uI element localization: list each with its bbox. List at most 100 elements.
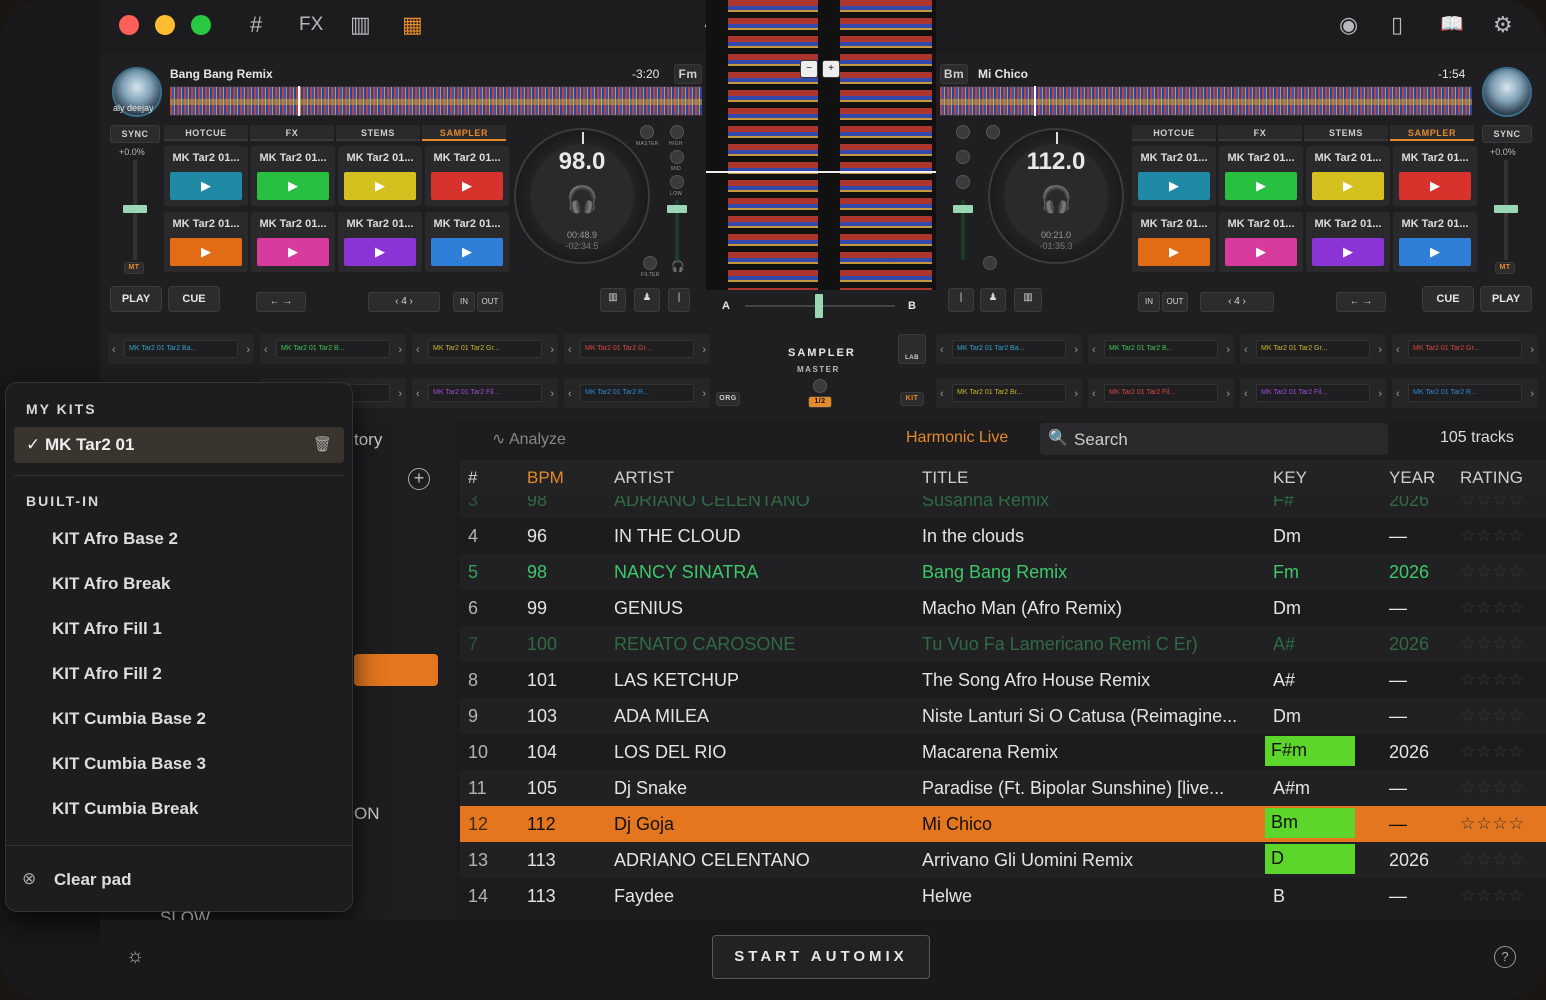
kit-menu-item[interactable]: KIT Afro Base 2 [52,529,178,549]
row-rating[interactable]: ☆☆☆☆ [1460,634,1525,654]
deck-b-keyboard-icon[interactable]: ▥ [1014,288,1042,312]
sample-slot[interactable]: ‹ MK Tar2 01 Tar2 B... › [260,334,406,364]
deck-b-divider-icon[interactable]: | [948,288,974,312]
pad-play-button[interactable]: ▶ [170,172,242,200]
pad-play-button[interactable]: ▶ [1312,172,1384,200]
pad-play-button[interactable]: ▶ [1138,172,1210,200]
row-rating[interactable]: ☆☆☆☆ [1460,850,1525,870]
chevron-left-icon[interactable]: ‹ [416,344,420,356]
layout-split-icon[interactable]: ▯ [1391,10,1403,40]
deck-a-mt-toggle[interactable]: MT [124,262,144,274]
chevron-left-icon[interactable]: ‹ [1396,388,1400,400]
chevron-right-icon[interactable]: › [1226,344,1230,356]
table-row[interactable]: 3 98 ADRIANO CELENTANO Susanna Remix F# 2026 ☆… [460,496,1546,518]
deck-a-dancer-icon[interactable]: ♟ [634,288,660,312]
table-row[interactable]: 14 113 Faydee Helwe B — ☆☆☆☆ [460,878,1546,914]
settings-gear-icon[interactable]: ⚙ [1493,10,1513,40]
col-year[interactable]: YEAR [1389,468,1435,488]
sample-slot[interactable]: ‹ MK Tar2 01 Tar2 B... › [1088,334,1234,364]
chevron-left-icon[interactable]: ‹ [940,388,944,400]
chevron-left-icon[interactable]: ‹ [568,344,572,356]
deck-b-pitch-fader[interactable] [1494,205,1518,213]
sampler-pad[interactable]: MK Tar2 01... ▶ [164,212,248,272]
pad-play-button[interactable]: ▶ [1225,238,1297,266]
deck-b-cue-button[interactable]: CUE [1422,286,1474,312]
deck-b-master-knob[interactable] [986,125,1000,139]
deck-b-mid-knob[interactable] [956,150,970,164]
deck-b-jog-wheel[interactable]: 112.0 🎧 00:21.0 -01:35.3 [988,128,1124,264]
deck-a-keyboard-icon[interactable]: ▥ [600,288,626,312]
pad-play-button[interactable]: ▶ [1225,172,1297,200]
pad-play-button[interactable]: ▶ [344,238,416,266]
pad-play-button[interactable]: ▶ [431,172,503,200]
sampler-pad[interactable]: MK Tar2 01... ▶ [1306,146,1390,206]
deck-a-mid-knob[interactable] [670,150,684,164]
chevron-left-icon[interactable]: ‹ [1092,344,1096,356]
clear-pad-button[interactable]: Clear pad [54,870,131,890]
pad-play-button[interactable]: ▶ [1399,172,1471,200]
sample-slot[interactable]: ‹ MK Tar2 01 Tar2 Gr... › [564,334,710,364]
chevron-right-icon[interactable]: › [1530,388,1534,400]
chevron-right-icon[interactable]: › [1378,388,1382,400]
sampler-pad[interactable]: MK Tar2 01... ▶ [1393,146,1477,206]
row-rating[interactable]: ☆☆☆☆ [1460,778,1525,798]
deck-a-volume-fader[interactable] [667,205,687,213]
chevron-right-icon[interactable]: › [1378,344,1382,356]
deck-a-sync-button[interactable]: SYNC [110,125,160,143]
sample-slot[interactable]: ‹ MK Tar2 01 Tar2 Fil... › [1088,378,1234,408]
sample-slot[interactable]: ‹ MK Tar2 01 Tar2 R... › [564,378,710,408]
chevron-left-icon[interactable]: ‹ [1092,388,1096,400]
start-automix-button[interactable]: START AUTOMIX [712,935,930,979]
sampler-pad[interactable]: MK Tar2 01... ▶ [1132,146,1216,206]
sample-slot[interactable]: ‹ MK Tar2 01 Tar2 R... › [1392,378,1538,408]
table-row[interactable]: 6 99 GENIUS Macho Man (Afro Remix) Dm — ☆☆☆☆ [460,590,1546,626]
pad-play-button[interactable]: ▶ [257,238,329,266]
table-row[interactable]: 9 103 ADA MILEA Niste Lanturi Si O Catusa (… [460,698,1546,734]
analyze-button[interactable]: ∿ Analyze [492,429,566,449]
sampler-pad[interactable]: MK Tar2 01... ▶ [1219,212,1303,272]
sampler-pad[interactable]: MK Tar2 01... ▶ [425,146,509,206]
chevron-right-icon[interactable]: › [550,344,554,356]
col-title[interactable]: TITLE [922,468,968,488]
row-rating[interactable]: ☆☆☆☆ [1460,496,1525,510]
sample-slot[interactable]: ‹ MK Tar2 01 Tar2 Gr... › [1392,334,1538,364]
library-book-icon[interactable]: 📖 [1440,10,1464,40]
deck-b-sync-button[interactable]: SYNC [1482,125,1532,143]
tab-sampler[interactable]: SAMPLER [1390,125,1474,141]
deck-a-loop-out[interactable]: OUT [477,292,503,312]
tab-stems[interactable]: STEMS [1304,125,1388,141]
chevron-right-icon[interactable]: › [1074,344,1078,356]
selected-sidebar-item[interactable] [354,654,438,686]
kit-menu-item[interactable]: KIT Cumbia Break [52,799,198,819]
row-rating[interactable]: ☆☆☆☆ [1460,562,1525,582]
pad-play-button[interactable]: ▶ [1312,238,1384,266]
tab-hotcue[interactable]: HOTCUE [1132,125,1216,141]
sampler-half-button[interactable]: 1/2 [808,396,832,408]
tab-sampler[interactable]: SAMPLER [422,125,506,141]
deck-a-loop-size[interactable]: ‹ 4 › [368,292,440,312]
chevron-right-icon[interactable]: › [550,388,554,400]
sampler-pad[interactable]: MK Tar2 01... ▶ [1132,212,1216,272]
chevron-left-icon[interactable]: ‹ [112,344,116,356]
deck-a-play-button[interactable]: PLAY [110,286,162,312]
sample-slot[interactable]: ‹ MK Tar2 01 Tar2 Br... › [936,378,1082,408]
deck-a-high-knob[interactable] [670,125,684,139]
kit-menu-item[interactable]: KIT Afro Fill 1 [52,619,162,639]
add-playlist-icon[interactable]: + [408,468,430,490]
table-row[interactable]: 7 100 RENATO CAROSONE Tu Vuo Fa Lamericano … [460,626,1546,662]
sampler-pad[interactable]: MK Tar2 01... ▶ [1306,212,1390,272]
deck-b-mt-toggle[interactable]: MT [1495,262,1515,274]
deck-b-loop-out[interactable]: OUT [1162,292,1188,312]
chevron-left-icon[interactable]: ‹ [1244,344,1248,356]
tab-fx[interactable]: FX [1218,125,1302,141]
deck-a-waveform[interactable] [170,86,702,116]
sampler-pad[interactable]: MK Tar2 01... ▶ [164,146,248,206]
chevron-right-icon[interactable]: › [398,388,402,400]
pad-play-button[interactable]: ▶ [344,172,416,200]
sample-slot[interactable]: ‹ MK Tar2 01 Tar2 Gr... › [412,334,558,364]
row-rating[interactable]: ☆☆☆☆ [1460,598,1525,618]
row-rating[interactable]: ☆☆☆☆ [1460,814,1525,834]
row-rating[interactable]: ☆☆☆☆ [1460,706,1525,726]
sampler-pad[interactable]: MK Tar2 01... ▶ [425,212,509,272]
sample-slot[interactable]: ‹ MK Tar2 01 Tar2 Ba... › [936,334,1082,364]
